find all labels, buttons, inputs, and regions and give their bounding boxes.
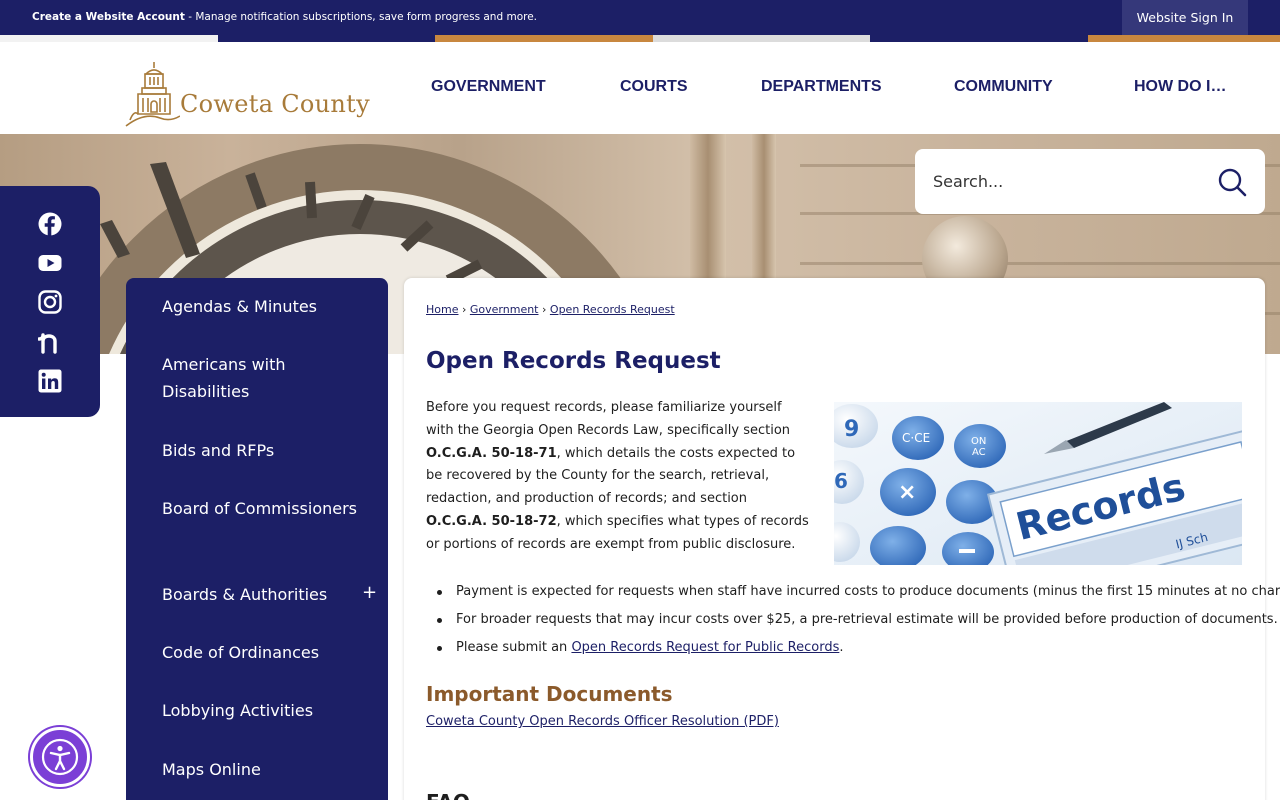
accessibility-button[interactable] (30, 727, 90, 787)
breadcrumb: Home › Government › Open Records Request (426, 303, 675, 316)
expand-button[interactable]: + (362, 582, 377, 603)
nav-courts[interactable]: COURTS (620, 78, 688, 96)
content-card: Home › Government › Open Records Request… (404, 278, 1280, 800)
list-item-text: . (839, 640, 844, 655)
logo-text: Coweta County (180, 90, 370, 118)
stripe (870, 35, 1088, 42)
wood-plank (800, 262, 1280, 265)
list-item: For broader requests that may incur cost… (437, 606, 1278, 634)
nav-community[interactable]: COMMUNITY (954, 78, 1053, 96)
breadcrumb-home[interactable]: Home (426, 303, 458, 316)
list-item: Payment is expected for requests when st… (437, 578, 1280, 606)
svg-text:ON: ON (971, 436, 986, 447)
svg-text:9: 9 (844, 417, 859, 442)
stripe (435, 35, 653, 42)
nav-departments[interactable]: DEPARTMENTS (761, 78, 882, 96)
sidemenu-item-board-of-commissioners[interactable]: Board of Commissioners (162, 495, 362, 522)
faq-heading: FAQ (426, 790, 470, 800)
breadcrumb-separator: › (542, 303, 547, 316)
coweta-county-logo[interactable]: Coweta County (124, 60, 380, 130)
intro-text: Before you request records, please famil… (426, 400, 791, 438)
breadcrumb-open-records[interactable]: Open Records Request (550, 303, 675, 316)
nav-how-do-i[interactable]: HOW DO I… (1134, 78, 1226, 96)
calculator-records-image: 9 C·CE ON AC 6 × Records IJ Sch (834, 402, 1242, 565)
svg-text:C·CE: C·CE (902, 431, 930, 445)
breadcrumb-separator: › (461, 303, 467, 316)
sign-in-button[interactable]: Website Sign In (1122, 0, 1248, 35)
svg-text:×: × (898, 480, 916, 505)
notification-bar: Create a Website Account - Manage notifi… (0, 0, 1280, 35)
records-image: 9 C·CE ON AC 6 × Records IJ Sch (834, 402, 1242, 565)
color-stripes (0, 35, 1280, 42)
list-item-text: Please submit an (456, 640, 572, 655)
account-message-text: - Manage notification subscriptions, sav… (184, 11, 538, 23)
linkedin-icon[interactable] (38, 369, 62, 393)
side-menu: Agendas & Minutes Americans with Disabil… (126, 278, 388, 800)
search-input[interactable] (933, 167, 1203, 195)
accessibility-icon (41, 738, 79, 776)
svg-text:AC: AC (972, 447, 986, 458)
stripe (0, 35, 218, 42)
important-documents-heading: Important Documents (426, 682, 673, 706)
nav-government[interactable]: GOVERNMENT (431, 78, 546, 96)
open-records-request-link[interactable]: Open Records Request for Public Records (571, 640, 839, 655)
breadcrumb-government[interactable]: Government (470, 303, 539, 316)
intro-paragraph: Before you request records, please famil… (426, 397, 811, 557)
sidemenu-item-boards-authorities[interactable]: Boards & Authorities (162, 581, 362, 608)
search-box (915, 149, 1265, 214)
search-button[interactable] (1215, 165, 1249, 199)
facebook-icon[interactable] (38, 212, 62, 236)
sidemenu-item-americans-with-disabilities[interactable]: Americans with Disabilities (162, 351, 362, 405)
stripe (1088, 35, 1280, 42)
sidemenu-item-maps-online[interactable]: Maps Online (162, 756, 362, 783)
youtube-icon[interactable] (38, 251, 62, 275)
svg-text:6: 6 (834, 469, 848, 493)
code-section: O.C.G.A. 50-18-71 (426, 445, 557, 461)
code-section: O.C.G.A. 50-18-72 (426, 513, 557, 529)
sidemenu-item-agendas-minutes[interactable]: Agendas & Minutes (162, 293, 362, 320)
policy-list: Payment is expected for requests when st… (437, 578, 1280, 662)
social-links (0, 186, 100, 417)
sidemenu-item-code-of-ordinances[interactable]: Code of Ordinances (162, 639, 362, 666)
resolution-pdf-link[interactable]: Coweta County Open Records Officer Resol… (426, 714, 779, 729)
instagram-icon[interactable] (38, 290, 62, 314)
sidemenu-item-lobbying-activities[interactable]: Lobbying Activities (162, 697, 362, 724)
stripe (653, 35, 870, 42)
create-account-link[interactable]: Create a Website Account (32, 11, 185, 23)
page-title: Open Records Request (426, 348, 721, 374)
list-item: Please submit an Open Records Request fo… (437, 634, 1256, 662)
nextdoor-icon[interactable] (38, 330, 62, 354)
search-icon (1218, 168, 1247, 197)
account-message: Create a Website Account - Manage notifi… (32, 11, 537, 23)
courthouse-icon (125, 62, 180, 127)
stripe (218, 35, 435, 42)
sidemenu-item-bids-rfps[interactable]: Bids and RFPs (162, 437, 362, 464)
site-header: Coweta County GOVERNMENT COURTS DEPARTME… (0, 42, 1280, 134)
